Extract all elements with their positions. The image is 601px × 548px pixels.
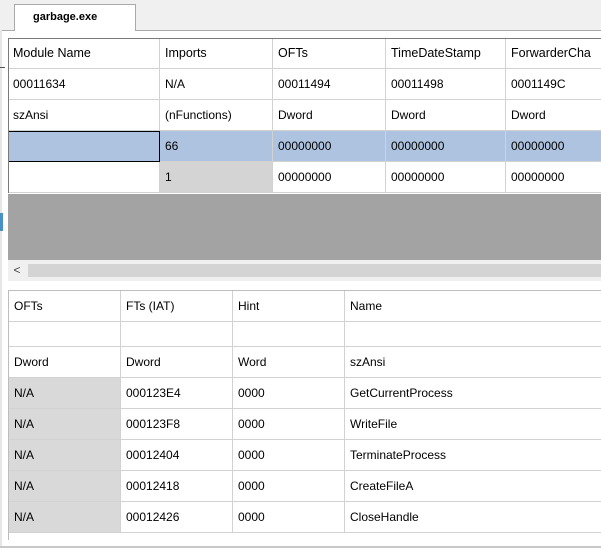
table-cell[interactable]: szAnsi <box>8 100 160 131</box>
table-cell[interactable]: WriteFile <box>345 409 601 440</box>
table-row[interactable]: N/A 00012404 0000 TerminateProcess <box>9 440 601 471</box>
table-cell[interactable]: Dword <box>273 100 386 131</box>
table-row[interactable]: N/A 000123E4 0000 GetCurrentProcess <box>9 378 601 409</box>
tab-garbage-exe[interactable]: garbage.exe <box>14 4 136 31</box>
table-cell: Word <box>233 347 345 378</box>
table-row[interactable]: N/A 00012426 0000 CloseHandle <box>9 502 601 533</box>
table-cell[interactable]: 00012426 <box>121 502 233 533</box>
table-cell[interactable]: 00012418 <box>121 471 233 502</box>
column-header-ofts[interactable]: OFTs <box>9 291 121 322</box>
table-cell <box>233 322 345 347</box>
table-cell[interactable]: 00011498 <box>386 69 506 100</box>
import-functions-table: OFTs FTs (IAT) Hint Name Dword Dword Wor… <box>8 290 601 540</box>
column-header-name[interactable]: Name <box>345 291 601 322</box>
table-cell[interactable]: (nFunctions) <box>160 100 273 131</box>
scroll-left-arrow-icon[interactable]: < <box>10 263 24 277</box>
table-empty-area <box>8 194 601 260</box>
edge-tick <box>0 67 5 68</box>
table-cell[interactable]: 0000 <box>233 409 345 440</box>
tab-label: garbage.exe <box>33 11 98 23</box>
table-cell[interactable]: CloseHandle <box>345 502 601 533</box>
table-cell[interactable]: N/A <box>9 378 121 409</box>
table-cell: szAnsi <box>345 347 601 378</box>
table-cell: Dword <box>9 347 121 378</box>
table-frame-left <box>8 38 9 193</box>
table-cell[interactable]: 66 <box>160 131 273 162</box>
column-header-fts-iat[interactable]: FTs (IAT) <box>121 291 233 322</box>
column-header-timedatestamp[interactable]: TimeDateStamp <box>386 38 506 69</box>
column-header-ofts[interactable]: OFTs <box>273 38 386 69</box>
column-header-module-name[interactable]: Module Name <box>8 38 160 69</box>
table-cell[interactable]: N/A <box>9 409 121 440</box>
table-cell <box>121 322 233 347</box>
table-cell[interactable]: N/A <box>9 440 121 471</box>
table-cell[interactable]: 00000000 <box>506 162 601 193</box>
table-cell[interactable]: GetCurrentProcess <box>345 378 601 409</box>
table-cell: Dword <box>121 347 233 378</box>
table-cell[interactable]: CreateFileA <box>345 471 601 502</box>
table-cell[interactable]: 00011634 <box>8 69 160 100</box>
table-cell[interactable]: TerminateProcess <box>345 440 601 471</box>
table-cell[interactable]: 00000000 <box>273 162 386 193</box>
table-cell[interactable]: 0000 <box>233 378 345 409</box>
table-frame-top <box>8 38 601 39</box>
table-row-blank <box>9 322 601 347</box>
scrollbar-thumb[interactable] <box>28 264 601 277</box>
table-row-types: Dword Dword Word szAnsi <box>9 347 601 378</box>
table-row[interactable]: szAnsi (nFunctions) Dword Dword Dword <box>8 100 601 131</box>
column-header-imports[interactable]: Imports <box>160 38 273 69</box>
table-cell[interactable]: N/A <box>160 69 273 100</box>
table-cell[interactable]: N/A <box>9 502 121 533</box>
table-row[interactable]: 00011634 N/A 00011494 00011498 0001149C <box>8 69 601 100</box>
table-cell <box>9 322 121 347</box>
table-cell[interactable]: 1 <box>160 162 273 193</box>
horizontal-scrollbar[interactable]: < <box>8 260 601 281</box>
table-cell[interactable]: 00012404 <box>121 440 233 471</box>
left-panel-edge <box>0 30 2 548</box>
column-header-forwarderchain[interactable]: ForwarderCha <box>506 38 601 69</box>
table-cell[interactable] <box>8 162 160 193</box>
column-header-hint[interactable]: Hint <box>233 291 345 322</box>
table-cell[interactable]: 0000 <box>233 440 345 471</box>
table-row-selected[interactable]: 66 00000000 00000000 00000000 <box>8 131 601 162</box>
table-header-row: OFTs FTs (IAT) Hint Name <box>9 291 601 322</box>
table-cell[interactable]: N/A <box>9 471 121 502</box>
table-cell[interactable]: 0000 <box>233 502 345 533</box>
table-cell[interactable]: Dword <box>386 100 506 131</box>
table-cell[interactable]: 00000000 <box>506 131 601 162</box>
table-cell[interactable]: 0001149C <box>506 69 601 100</box>
table-cell[interactable]: 000123E4 <box>121 378 233 409</box>
table-header-row: Module Name Imports OFTs TimeDateStamp F… <box>8 38 601 69</box>
table-cell[interactable]: 000123F8 <box>121 409 233 440</box>
table-cell[interactable]: 00000000 <box>273 131 386 162</box>
table-cell-focused[interactable] <box>8 131 160 162</box>
table-cell <box>345 322 601 347</box>
table-row[interactable]: N/A 000123F8 0000 WriteFile <box>9 409 601 440</box>
table-cell[interactable]: 00011494 <box>273 69 386 100</box>
table-cell[interactable]: 0000 <box>233 471 345 502</box>
table-cell[interactable]: Dword <box>506 100 601 131</box>
table-cell[interactable]: 00000000 <box>386 131 506 162</box>
edge-blue-indicator <box>0 213 3 231</box>
table-row[interactable]: 1 00000000 00000000 00000000 <box>8 162 601 193</box>
table-cell[interactable]: 00000000 <box>386 162 506 193</box>
table-row[interactable]: N/A 00012418 0000 CreateFileA <box>9 471 601 502</box>
